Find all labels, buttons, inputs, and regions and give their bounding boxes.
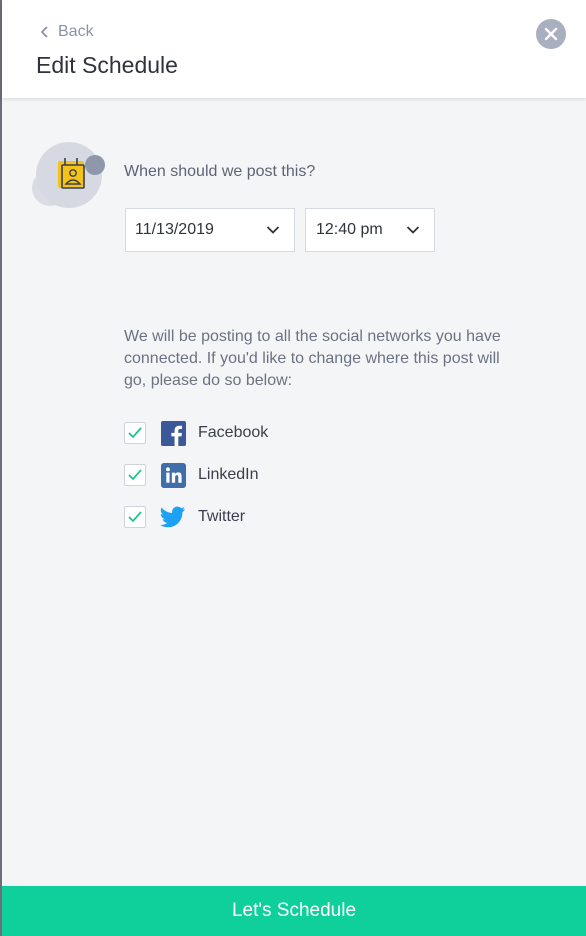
linkedin-icon xyxy=(160,462,186,488)
facebook-icon xyxy=(160,420,186,446)
network-row-linkedin: LinkedIn xyxy=(124,462,259,488)
network-row-facebook: Facebook xyxy=(124,420,268,446)
facebook-label: Facebook xyxy=(198,424,269,441)
chevron-left-icon xyxy=(40,26,48,38)
checkmark-icon xyxy=(128,511,142,523)
linkedin-checkbox[interactable] xyxy=(124,464,146,486)
chevron-down-icon xyxy=(406,226,420,234)
back-link[interactable]: Back xyxy=(40,22,94,42)
networks-info-text: We will be posting to all the social net… xyxy=(124,328,501,389)
date-select[interactable]: 11/13/2019 xyxy=(125,208,295,252)
twitter-checkbox[interactable] xyxy=(124,506,146,528)
lets-schedule-button[interactable]: Let's Schedule xyxy=(2,886,586,936)
panel-header: Back Edit Schedule xyxy=(2,0,586,98)
back-label: Back xyxy=(58,23,94,40)
twitter-label: Twitter xyxy=(198,508,246,525)
chevron-down-icon xyxy=(266,226,280,234)
page-title: Edit Schedule xyxy=(36,52,178,78)
checkmark-icon xyxy=(128,427,142,439)
facebook-checkbox[interactable] xyxy=(124,422,146,444)
time-select[interactable]: 12:40 pm xyxy=(305,208,435,252)
linkedin-label: LinkedIn xyxy=(198,466,259,483)
calendar-illustration-icon xyxy=(32,142,105,208)
window-left-edge xyxy=(0,0,2,936)
checkmark-icon xyxy=(128,469,142,481)
date-value: 11/13/2019 xyxy=(135,221,214,238)
network-row-twitter: Twitter xyxy=(124,504,245,530)
schedule-question: When should we post this? xyxy=(124,163,316,180)
twitter-icon xyxy=(160,504,186,530)
close-icon xyxy=(544,27,558,41)
close-button[interactable] xyxy=(536,19,566,49)
time-value: 12:40 pm xyxy=(316,221,383,238)
